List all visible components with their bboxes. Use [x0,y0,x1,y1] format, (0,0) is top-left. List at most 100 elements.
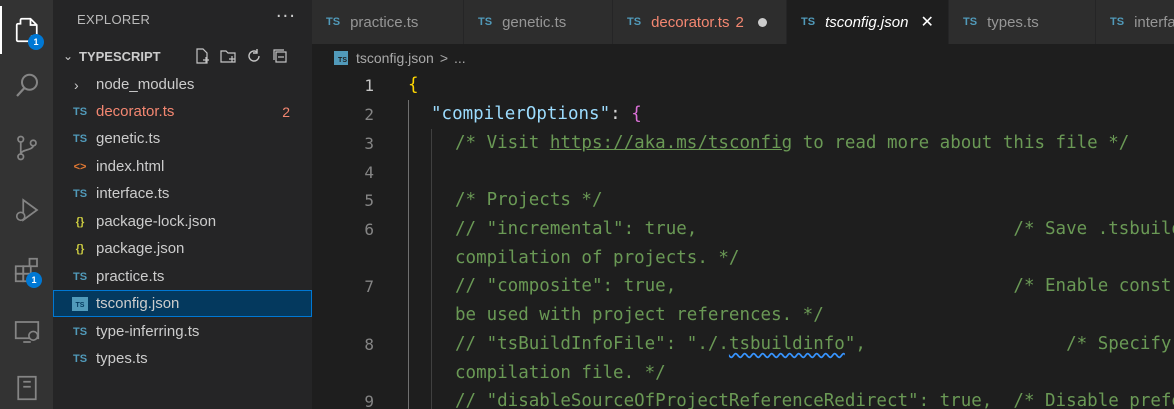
explorer-badge: 1 [28,34,44,50]
breadcrumb: TS tsconfig.json > ... [312,44,1174,71]
tab-label: genetic.ts [502,13,567,31]
tab-interface-ts[interactable]: TS interface.ts [1096,0,1174,44]
tree-item-label: package.json [96,240,185,257]
breadcrumb-more[interactable]: ... [454,50,466,66]
tab-practice-ts[interactable]: TS practice.ts [312,0,464,44]
code-line: 4 [312,158,1174,187]
tsconfig-file-icon: TS [334,50,348,65]
tab-error-count: 2 [735,13,744,31]
code-line: 6 // "incremental": true, /* Save .tsbui… [312,215,1174,244]
tree-item-interface-ts[interactable]: TS interface.ts [53,180,312,207]
code-line: 8 // "tsBuildInfoFile": "./.tsbuildinfo"… [312,330,1174,359]
tab-tsconfig-json[interactable]: TS tsconfig.json ✕ [787,0,949,44]
breadcrumb-file[interactable]: tsconfig.json [356,50,434,66]
code-text: // "tsBuildInfoFile": "./.tsbuildinfo", … [455,334,1172,354]
code-editor[interactable]: 1 { 2 "compilerOptions": { 3 /* Visit ht… [312,71,1174,409]
tab-label: decorator.ts [651,13,730,31]
tree-item-node-modules[interactable]: › node_modules [53,71,312,98]
tree-item-index-html[interactable]: <> index.html [53,153,312,180]
tree-item-package-json[interactable]: {} package.json [53,235,312,262]
code-line: 5 /* Projects */ [312,186,1174,215]
tree-item-type-inferring-ts[interactable]: TS type-inferring.ts [53,318,312,345]
line-number: 2 [364,105,374,124]
tab-label: practice.ts [350,13,419,31]
typescript-file-icon: TS [72,132,88,145]
refresh-icon[interactable] [245,47,263,65]
typescript-file-icon: TS [72,105,88,118]
code-text: // "composite": true, /* Enable constrai… [455,276,1174,296]
tree-item-types-ts[interactable]: TS types.ts [53,345,312,372]
tree-item-practice-ts[interactable]: TS practice.ts [53,263,312,290]
typescript-file-icon: TS [72,325,88,338]
code-line: 2 "compilerOptions": { [312,100,1174,129]
html-file-icon: <> [73,160,87,173]
tsconfig-file-icon: TS [72,296,88,311]
line-number: 1 [364,76,374,95]
spelling-squiggle: tsbuildinfo [728,334,845,354]
typescript-file-icon: TS [1110,16,1125,28]
tree-item-label: package-lock.json [96,213,217,230]
extensions-button[interactable]: 1 [0,246,53,294]
code-line: 7 // "composite": true, /* Enable constr… [312,272,1174,301]
tree-item-label: practice.ts [96,268,165,285]
code-text: { [408,75,419,95]
code-text: compilation of projects. */ [455,248,740,268]
tab-label: tsconfig.json [825,13,909,31]
remote-explorer-icon [14,321,39,343]
search-button[interactable] [0,62,53,110]
tab-genetic-ts[interactable]: TS genetic.ts [464,0,613,44]
line-number: 8 [364,335,374,354]
new-file-icon[interactable] [193,47,211,65]
sidebar-title: EXPLORER [77,12,151,27]
code-text: // "incremental": true, /* Save .tsbuild… [455,219,1174,239]
code-text: /* Projects */ [455,190,603,210]
typescript-file-icon: TS [326,16,341,28]
collapse-all-icon[interactable] [271,47,289,65]
tab-types-ts[interactable]: TS types.ts [949,0,1096,44]
tree-item-label: index.html [96,158,165,175]
tree-item-decorator-ts[interactable]: TS decorator.ts 2 [53,98,312,125]
code-text: compilation file. */ [455,363,666,383]
workspace-name: TYPESCRIPT [79,48,161,64]
tab-label: types.ts [987,13,1039,31]
extensions-badge: 1 [26,272,42,288]
typescript-file-icon: TS [478,16,493,28]
unsaved-dot-icon[interactable] [757,17,767,27]
notebook-button[interactable] [0,364,53,409]
code-text: // "disableSourceOfProjectReferenceRedir… [455,391,1174,409]
code-line-wrap: be used with project references. */ [312,301,1174,330]
tree-item-label: types.ts [96,350,148,367]
source-control-icon [16,135,37,161]
editor-tab-bar: TS practice.ts TS genetic.ts TS decorato… [312,0,1174,44]
run-debug-button[interactable] [0,186,53,234]
activity-bar: 1 1 [0,0,53,409]
explorer-button[interactable]: 1 [0,6,53,54]
line-number: 7 [364,277,374,296]
tree-item-genetic-ts[interactable]: TS genetic.ts [53,125,312,152]
typescript-file-icon: TS [72,352,88,365]
new-folder-icon[interactable] [219,47,237,65]
typescript-file-icon: TS [72,270,88,283]
tree-item-label: interface.ts [96,185,170,202]
tree-item-label: type-inferring.ts [96,323,200,340]
tab-label: interface.ts [1134,13,1174,31]
remote-explorer-button[interactable] [0,308,53,356]
tree-item-label: tsconfig.json [96,295,180,312]
tree-item-tsconfig-json[interactable]: TS tsconfig.json [53,290,312,317]
typescript-file-icon: TS [627,16,642,28]
line-number: 3 [364,134,374,153]
source-control-button[interactable] [0,124,53,172]
json-file-icon: {} [75,215,85,228]
chevron-down-icon: ⌄ [62,49,74,63]
code-line-wrap: compilation of projects. */ [312,244,1174,273]
tree-item-package-lock-json[interactable]: {} package-lock.json [53,208,312,235]
tree-item-label: decorator.ts [96,103,175,120]
tab-decorator-ts[interactable]: TS decorator.ts 2 [613,0,787,44]
tsconfig-link[interactable]: https://aka.ms/tsconfig [550,133,792,153]
run-debug-icon [15,198,38,222]
notebook-icon [16,375,37,401]
close-icon[interactable]: ✕ [920,12,933,32]
more-actions-icon[interactable]: ··· [276,6,296,27]
workspace-section-header[interactable]: ⌄ TYPESCRIPT [53,44,312,68]
code-text: be used with project references. */ [455,305,824,325]
